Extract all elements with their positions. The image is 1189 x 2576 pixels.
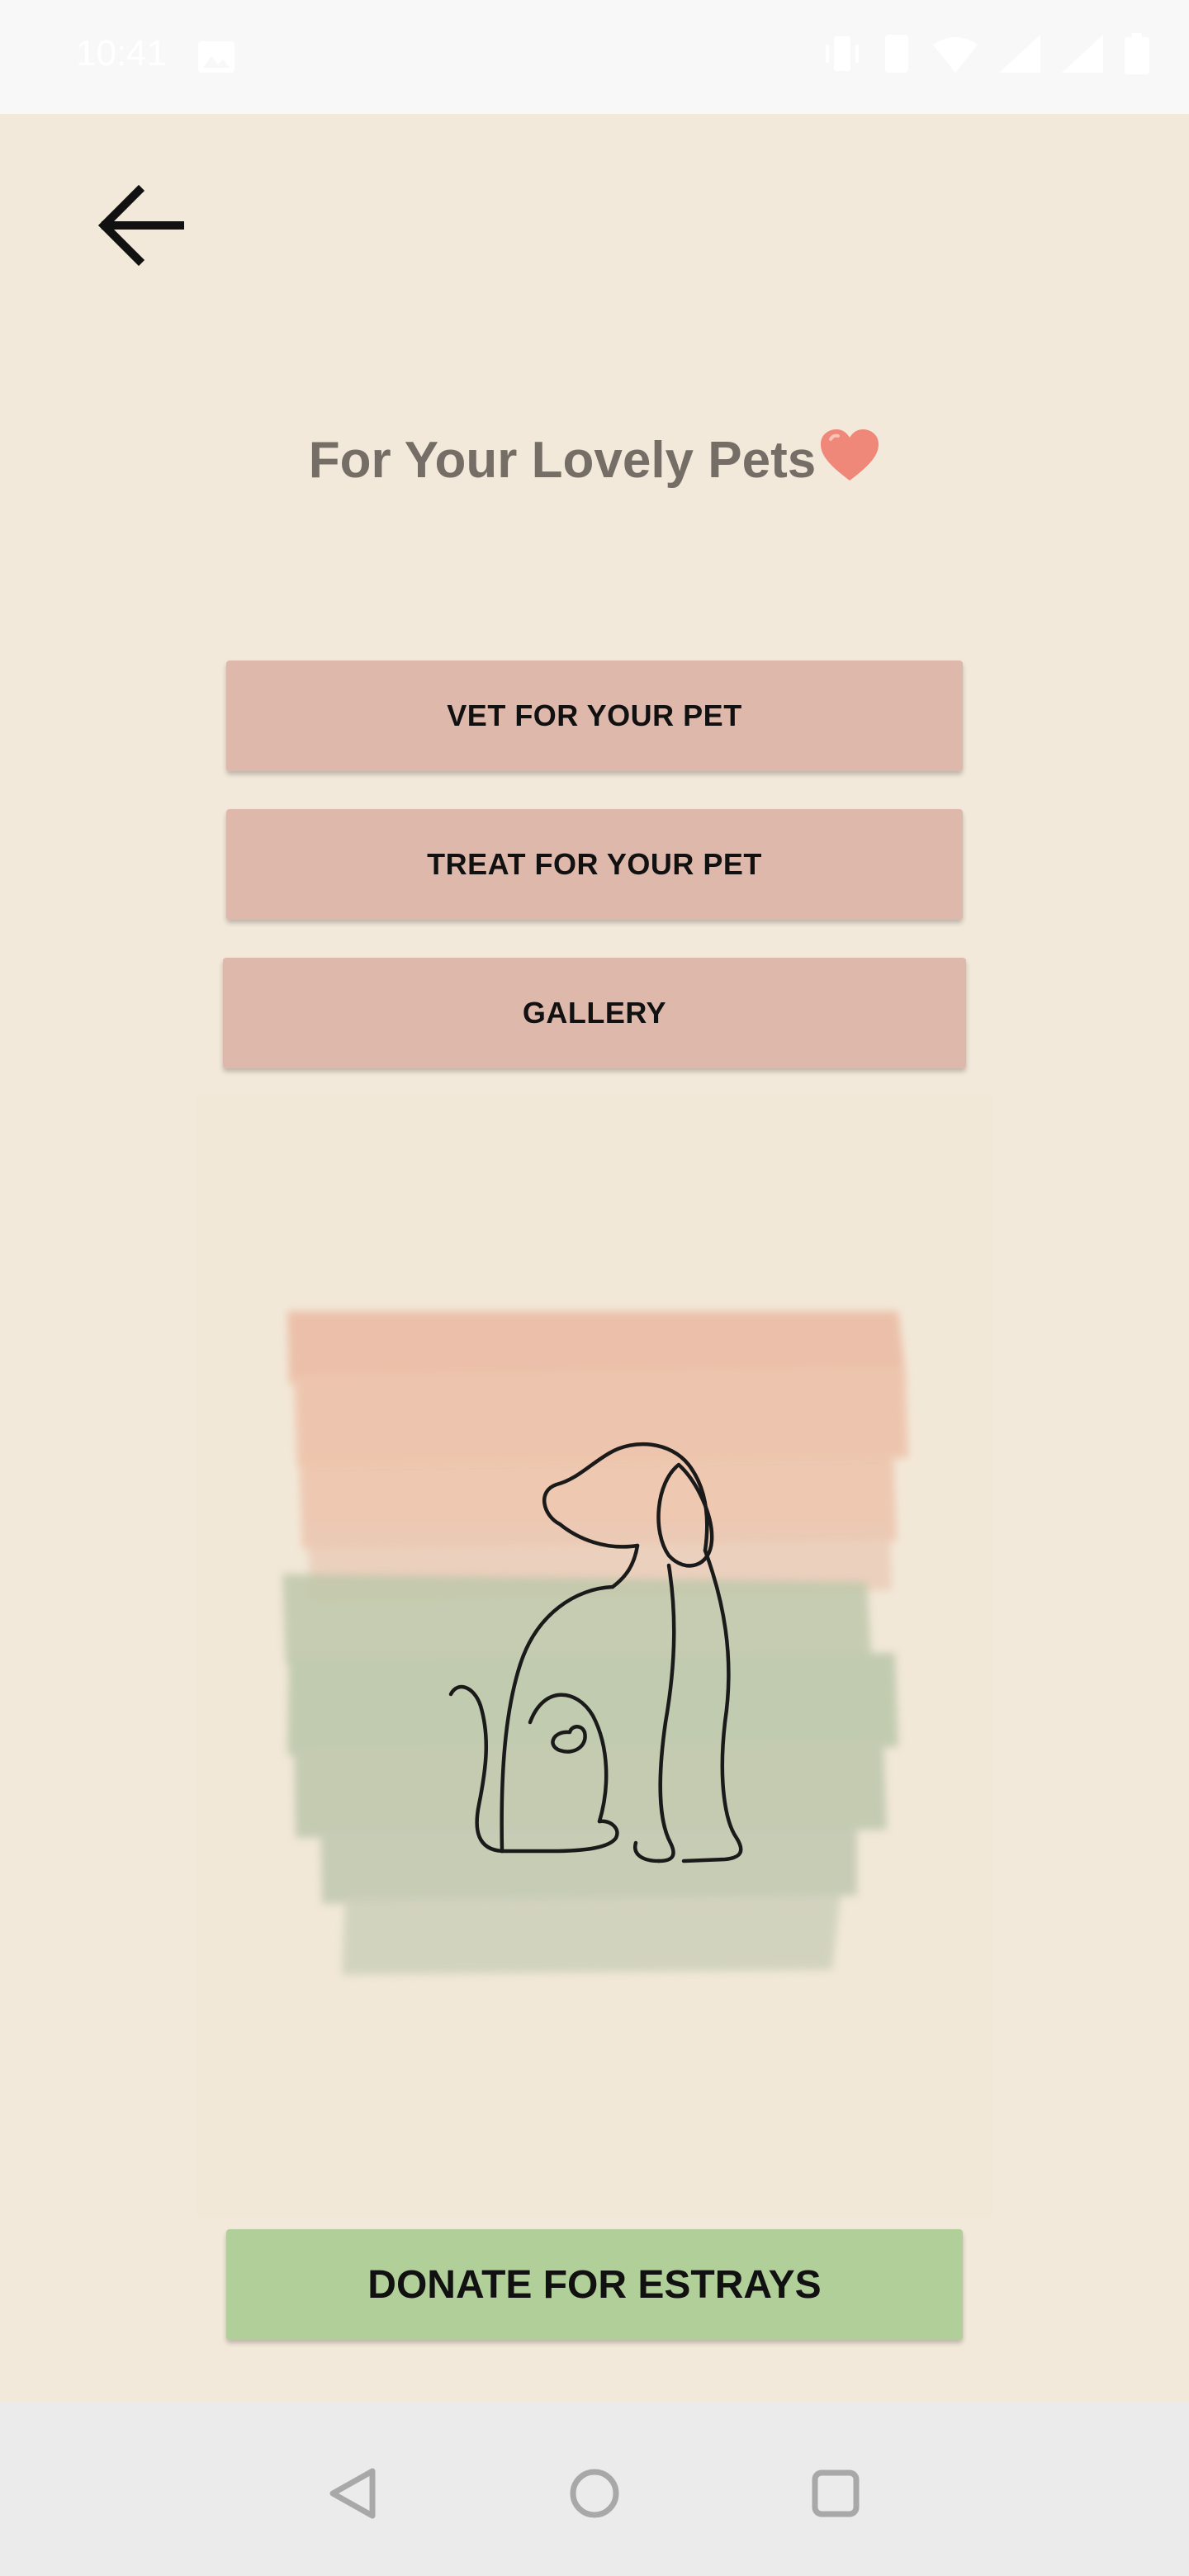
page-title: For Your Lovely Pets	[0, 428, 1189, 496]
nav-recents-icon	[812, 2469, 860, 2517]
heart-icon	[819, 428, 880, 496]
status-bar: 10:41	[0, 0, 1189, 114]
nav-home-icon	[570, 2469, 619, 2518]
vibrate-icon	[882, 33, 912, 78]
back-button[interactable]	[86, 172, 193, 279]
nav-home-button[interactable]	[561, 2460, 628, 2526]
navigation-bar	[0, 2403, 1189, 2576]
wifi-icon	[933, 35, 978, 77]
signal-icon	[999, 35, 1040, 77]
status-icons	[824, 33, 1149, 78]
arrow-left-icon	[97, 184, 184, 267]
app-screen: For Your Lovely Pets VET FOR YOUR PET TR…	[0, 114, 1189, 2403]
status-time: 10:41	[76, 33, 168, 73]
signal-icon	[1062, 35, 1103, 77]
donate-for-estrays-button[interactable]: DONATE FOR ESTRAYS	[226, 2229, 963, 2340]
vet-for-your-pet-button[interactable]: VET FOR YOUR PET	[226, 661, 963, 771]
nav-back-icon	[329, 2468, 376, 2519]
nav-back-button[interactable]	[320, 2460, 386, 2526]
nav-recents-button[interactable]	[803, 2460, 869, 2526]
page-title-text: For Your Lovely Pets	[308, 432, 817, 489]
dog-line-art-icon	[282, 1311, 908, 1975]
dog-illustration	[197, 1095, 992, 2218]
treat-for-your-pet-button[interactable]: TREAT FOR YOUR PET	[226, 809, 963, 920]
battery-icon	[1125, 33, 1149, 78]
gallery-icon	[198, 41, 234, 77]
vibrate-icon	[824, 33, 860, 78]
gallery-button[interactable]: GALLERY	[223, 958, 966, 1068]
